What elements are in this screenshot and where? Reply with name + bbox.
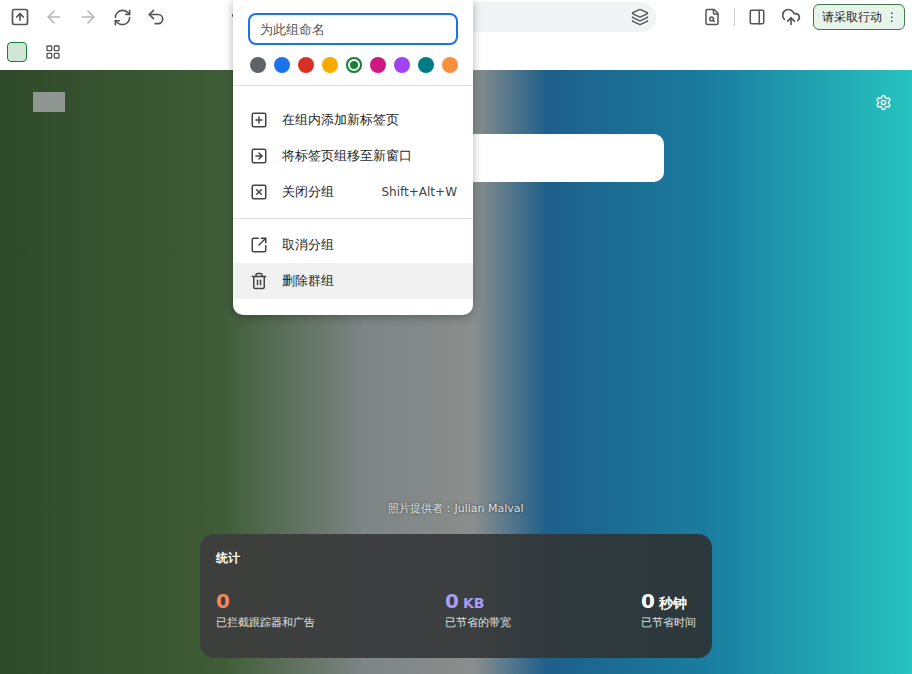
photo-credit[interactable]: 照片提供者：Julian Malval <box>388 501 523 516</box>
menu-item[interactable]: 在组内添加新标签页 <box>233 102 473 138</box>
action-button[interactable]: 请采取行动⋮ <box>813 4 905 30</box>
menu-item[interactable]: 取消分组 <box>233 227 473 263</box>
stat-value: 0秒钟 <box>641 589 696 613</box>
stat: 0秒钟已节省时间 <box>641 589 696 630</box>
forward-icon[interactable] <box>78 7 98 27</box>
add-icon <box>250 111 268 129</box>
stat: 0 已拦截跟踪器和广告 <box>216 589 445 630</box>
move-icon <box>250 147 268 165</box>
color-row <box>233 45 473 85</box>
page-search-icon[interactable] <box>703 8 721 26</box>
group-name-input[interactable] <box>248 13 458 45</box>
color-swatch[interactable] <box>418 57 434 73</box>
color-swatch[interactable] <box>370 57 386 73</box>
stat-value: 0 <box>216 589 445 613</box>
color-swatch[interactable] <box>346 57 362 73</box>
tab-group-chip[interactable] <box>7 42 27 62</box>
reload-icon[interactable] <box>113 8 132 27</box>
stat-label: 已节省时间 <box>641 615 696 630</box>
stats-card: 统计 0 已拦截跟踪器和广告0KB 已节省的带宽0秒钟已节省时间 <box>200 534 712 658</box>
logo <box>33 92 65 112</box>
tab-group-menu: 在组内添加新标签页将标签页组移至新窗口关闭分组Shift+Alt+W取消分组删除… <box>233 0 473 315</box>
color-swatch[interactable] <box>322 57 338 73</box>
undo-icon[interactable] <box>146 7 166 27</box>
toolbar-divider <box>734 8 735 26</box>
color-swatch[interactable] <box>298 57 314 73</box>
menu-section: 取消分组删除群组 <box>233 218 473 299</box>
shortcut: Shift+Alt+W <box>382 185 458 199</box>
ungroup-icon <box>250 236 268 254</box>
menu-item[interactable]: 关闭分组Shift+Alt+W <box>233 174 473 210</box>
layers-icon[interactable] <box>631 8 649 26</box>
sidebar-icon[interactable] <box>748 8 766 26</box>
stat: 0KB 已节省的带宽 <box>445 589 641 630</box>
menu-section: 在组内添加新标签页将标签页组移至新窗口关闭分组Shift+Alt+W <box>233 94 473 210</box>
delete-icon <box>250 272 268 290</box>
gear-icon[interactable] <box>875 94 892 111</box>
close-icon <box>250 183 268 201</box>
color-swatch[interactable] <box>442 57 458 73</box>
menu-item[interactable]: 将标签页组移至新窗口 <box>233 138 473 174</box>
stat-label: 已节省的带宽 <box>445 615 641 630</box>
browser-window: 请采取行动⋮ 照片提供者：Julian Malval 统计 0 已拦截跟踪器和广告0KB… <box>0 0 912 674</box>
color-swatch[interactable] <box>394 57 410 73</box>
color-swatch[interactable] <box>274 57 290 73</box>
stat-label: 已拦截跟踪器和广告 <box>216 615 445 630</box>
menu-item[interactable]: 删除群组 <box>233 263 473 299</box>
stat-value: 0KB <box>445 589 641 613</box>
share-icon[interactable] <box>10 7 30 27</box>
color-swatch[interactable] <box>250 57 266 73</box>
apps-grid-icon[interactable] <box>45 44 61 60</box>
cloud-upload-icon[interactable] <box>781 7 801 27</box>
stats-title: 统计 <box>216 550 696 567</box>
back-icon[interactable] <box>44 7 64 27</box>
